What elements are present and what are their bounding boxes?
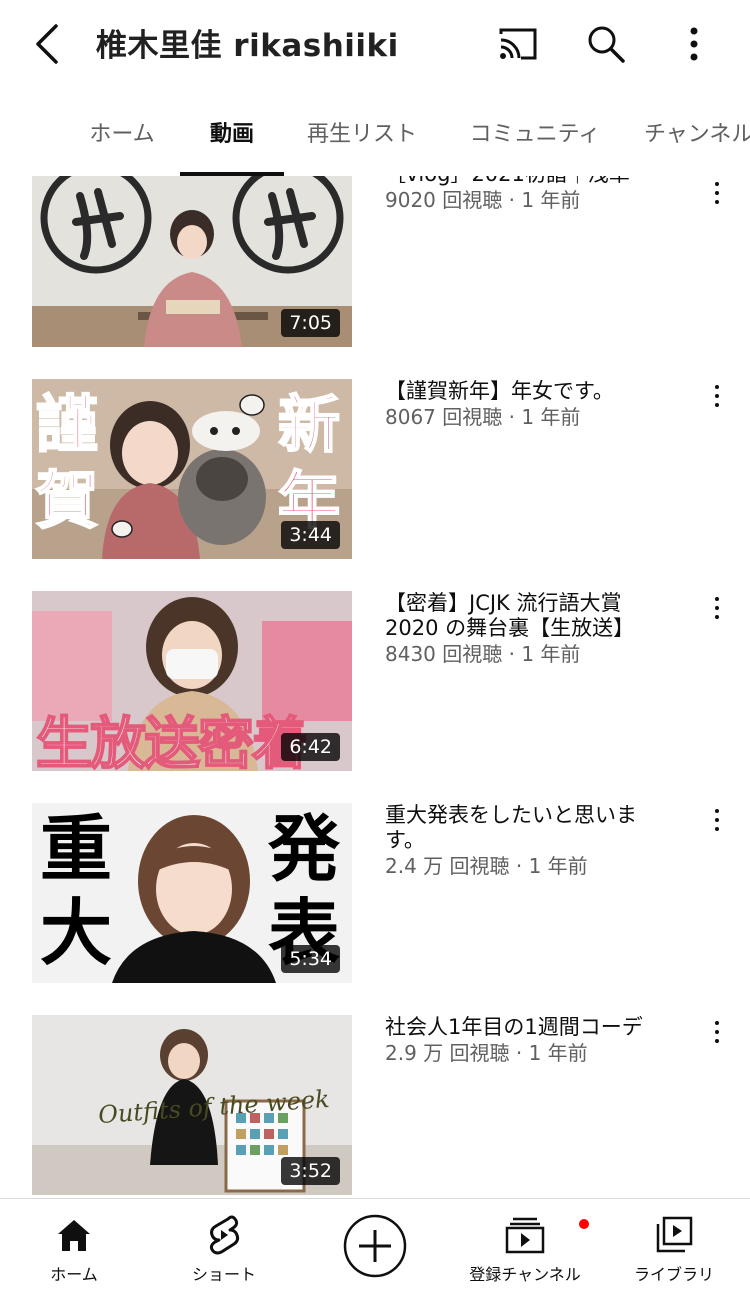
tab-channels[interactable]: チャンネル — [644, 88, 750, 176]
nav-home-label: ホーム — [50, 1265, 98, 1284]
video-thumbnail[interactable]: 生放送密着 6:42 — [32, 591, 352, 771]
channel-title: 椎木里佳 rikashiiki — [96, 28, 399, 64]
video-title[interactable]: 重大発表をしたいと思います。 — [385, 803, 675, 853]
more-vert-icon — [715, 809, 719, 831]
video-duration: 5:34 — [281, 945, 340, 973]
video-item[interactable]: 謹賀 新年 3:44 【謹賀新年】年女です。 8067 回視聴 · 1 年前 — [0, 379, 750, 591]
tab-community[interactable]: コミュニティ — [460, 88, 610, 176]
nav-shorts-label: ショート — [191, 1265, 256, 1284]
thumb-left-text: 謹賀 — [35, 387, 99, 538]
nav-subscriptions-label: 登録チャンネル — [469, 1265, 581, 1284]
notification-badge — [577, 1217, 591, 1231]
shorts-icon — [209, 1215, 240, 1255]
video-meta: 重大発表をしたいと思います。 2.4 万 回視聴 · 1 年前 — [385, 803, 675, 878]
video-meta: 【謹賀新年】年女です。 8067 回視聴 · 1 年前 — [385, 379, 675, 429]
video-title[interactable]: 社会人1年目の1週間コーデ — [385, 1015, 675, 1040]
video-meta: ［vlog］2021初詣｜浅草 9020 回視聴 · 1 年前 — [385, 176, 675, 212]
video-item[interactable]: Outfits of the week 3:52 社会人1年目の1週間コーデ 2… — [0, 1015, 750, 1198]
more-vert-icon — [715, 597, 719, 619]
video-duration: 3:44 — [281, 521, 340, 549]
video-more-button[interactable] — [700, 1015, 734, 1049]
video-more-button[interactable] — [700, 176, 734, 210]
more-vert-icon — [715, 1021, 719, 1043]
more-vert-icon — [715, 385, 719, 407]
video-duration: 6:42 — [281, 733, 340, 761]
channel-tabs: ホーム 動画 再生リスト コミュニティ チャンネル — [0, 88, 750, 176]
video-more-button[interactable] — [700, 379, 734, 413]
video-stats: 8430 回視聴 · 1 年前 — [385, 642, 581, 666]
video-thumbnail[interactable]: Outfits of the week 3:52 — [32, 1015, 352, 1195]
nav-library[interactable]: ライブラリ — [624, 1199, 724, 1294]
back-button[interactable] — [28, 22, 68, 66]
app-header: 椎木里佳 rikashiiki — [0, 0, 750, 88]
video-item[interactable]: 7:05 ［vlog］2021初詣｜浅草 9020 回視聴 · 1 年前 — [0, 176, 750, 388]
video-duration: 3:52 — [281, 1157, 340, 1185]
video-thumbnail[interactable]: 謹賀 新年 3:44 — [32, 379, 352, 559]
video-list: 7:05 ［vlog］2021初詣｜浅草 9020 回視聴 · 1 年前 — [0, 176, 750, 1198]
home-icon — [58, 1220, 90, 1251]
video-thumbnail[interactable]: 重大 発表 5:34 — [32, 803, 352, 983]
more-vert-icon — [715, 182, 719, 204]
video-thumbnail[interactable]: 7:05 — [32, 176, 352, 347]
thumb-right-text: 新年 — [277, 387, 341, 538]
nav-home[interactable]: ホーム — [24, 1199, 124, 1294]
video-title[interactable]: 【謹賀新年】年女です。 — [385, 379, 675, 404]
tab-playlists[interactable]: 再生リスト — [296, 88, 428, 176]
video-stats: 2.9 万 回視聴 · 1 年前 — [385, 1041, 588, 1065]
more-options-button[interactable] — [672, 22, 716, 66]
video-item[interactable]: 重大 発表 5:34 重大発表をしたいと思います。 2.4 万 回視聴 · 1 … — [0, 803, 750, 1015]
thumb-caption: 生放送密着 — [35, 711, 309, 771]
nav-library-label: ライブラリ — [633, 1265, 714, 1284]
cast-icon — [499, 28, 537, 60]
nav-shorts[interactable]: ショート — [174, 1199, 274, 1294]
video-stats: 8067 回視聴 · 1 年前 — [385, 405, 581, 429]
nav-subscriptions[interactable]: 登録チャンネル — [460, 1199, 591, 1294]
bottom-navigation: ホーム ショート 登録チャンネル ライブラリ — [0, 1198, 750, 1294]
video-meta: 【密着】JCJK 流行語大賞 2020 の舞台裏【生放送】 8430 回視聴 ·… — [385, 591, 675, 666]
tab-videos[interactable]: 動画 — [180, 88, 284, 176]
video-title[interactable]: 【密着】JCJK 流行語大賞 2020 の舞台裏【生放送】 — [385, 591, 675, 641]
video-more-button[interactable] — [700, 803, 734, 837]
subscriptions-icon — [505, 1217, 545, 1254]
video-duration: 7:05 — [281, 309, 340, 337]
video-stats: 9020 回視聴 · 1 年前 — [385, 188, 581, 212]
search-button[interactable] — [584, 22, 628, 66]
library-icon — [656, 1216, 693, 1253]
video-more-button[interactable] — [700, 591, 734, 625]
thumb-left-text: 重大 — [40, 807, 113, 975]
cast-button[interactable] — [496, 22, 540, 66]
video-item[interactable]: 生放送密着 6:42 【密着】JCJK 流行語大賞 2020 の舞台裏【生放送】… — [0, 591, 750, 803]
back-arrow-icon — [36, 24, 58, 64]
more-vert-icon — [690, 27, 698, 61]
active-tab-indicator — [180, 172, 284, 176]
create-plus-icon — [343, 1214, 407, 1278]
video-title[interactable]: ［vlog］2021初詣｜浅草 — [385, 176, 675, 187]
video-stats: 2.4 万 回視聴 · 1 年前 — [385, 854, 588, 878]
video-meta: 社会人1年目の1週間コーデ 2.9 万 回視聴 · 1 年前 — [385, 1015, 675, 1065]
search-icon — [588, 26, 625, 63]
nav-create[interactable] — [325, 1199, 425, 1294]
tab-home[interactable]: ホーム — [72, 88, 172, 176]
